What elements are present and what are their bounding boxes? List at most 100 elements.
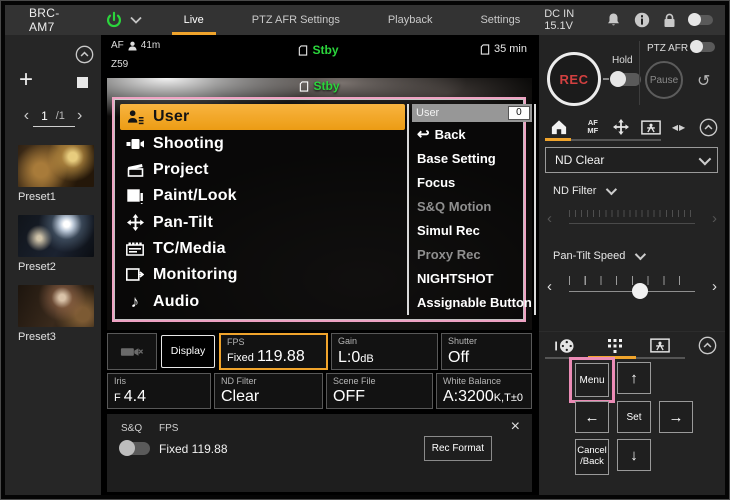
sq-toggle[interactable] [120, 442, 150, 455]
menu-item-paint-look[interactable]: Paint/Look [120, 183, 405, 209]
menu-item-tc-media[interactable]: TC/Media [120, 236, 405, 262]
tab-playback[interactable]: Playback [364, 5, 457, 35]
pause-button[interactable]: Pause [645, 61, 683, 99]
shooting-icon [125, 137, 145, 151]
menu-item-monitoring[interactable]: Monitoring [120, 262, 405, 288]
paint-look-icon [125, 189, 145, 204]
pan-tilt-speed-slider[interactable]: ‹ › [543, 273, 721, 303]
power-icon[interactable] [105, 11, 123, 29]
submenu-item-back[interactable]: ↩ Back [412, 122, 532, 146]
osd-status: Stby [107, 79, 532, 93]
nd-slider-left-icon: ‹ [547, 210, 552, 227]
shutter-cell[interactable]: Shutter Off [441, 333, 532, 370]
preset-3-thumbnail[interactable] [18, 285, 94, 327]
fps-cell[interactable]: FPS Fixed 119.88 [219, 333, 328, 370]
close-icon[interactable]: × [511, 418, 520, 436]
reset-icon[interactable]: ↺ [697, 71, 710, 91]
project-icon [125, 162, 145, 177]
tab-dpad[interactable] [591, 332, 639, 359]
power-chevron-down-icon[interactable] [130, 16, 142, 24]
pan-tilt-speed-section[interactable]: Pan-Tilt Speed [553, 250, 643, 262]
sq-panel: S&Q FPS Fixed 119.88 × Rec Format [107, 414, 532, 492]
preset-2-label: Preset2 [18, 261, 94, 273]
menu-item-audio[interactable]: ♪ Audio [120, 289, 405, 315]
pan-tilt-icon [125, 214, 145, 231]
tab-joystick[interactable] [539, 332, 591, 359]
display-button[interactable]: Display [161, 335, 215, 368]
left-button[interactable]: ← [575, 401, 609, 433]
page-prev-icon[interactable]: ‹ [20, 107, 33, 125]
tab-af-mf[interactable]: AFMF [578, 113, 607, 141]
left-right-icon: ◀▶ [672, 123, 686, 132]
submenu-item-focus[interactable]: Focus [412, 170, 532, 194]
sidebar-collapse-icon[interactable] [75, 45, 94, 64]
submenu-item-simul-rec[interactable]: Simul Rec [412, 219, 532, 243]
preset-1[interactable]: Preset1 [18, 145, 94, 203]
nd-filter-section[interactable]: ND Filter [553, 185, 614, 197]
tab-settings[interactable]: Settings [456, 5, 544, 35]
menu-item-project[interactable]: Project [120, 157, 405, 183]
menu-button[interactable]: Menu [575, 363, 609, 397]
lock-icon [663, 13, 676, 28]
speed-slider-right-icon[interactable]: › [712, 278, 717, 295]
gain-cell[interactable]: Gain L:0dB [331, 333, 438, 370]
speed-slider-thumb[interactable] [632, 283, 648, 299]
up-button[interactable]: ↑ [617, 362, 651, 394]
camera-view-area: AF 41m Z59 Stby 35 min Stby [101, 35, 536, 495]
menu-item-user[interactable]: User [120, 104, 405, 130]
iris-cell[interactable]: Iris F 4.4 [107, 373, 211, 410]
submenu-item-nightshot[interactable]: NIGHTSHOT [412, 267, 532, 291]
info-icon[interactable] [634, 12, 650, 28]
submenu-item-assignable-button[interactable]: Assignable Button [412, 291, 532, 315]
menu-item-shooting[interactable]: Shooting [120, 130, 405, 156]
ptz-afr-toggle[interactable] [691, 42, 715, 52]
cancel-back-button[interactable]: Cancel/Back [575, 439, 609, 475]
monitoring-icon [125, 268, 145, 282]
back-arrow-icon: ↩ [417, 125, 430, 143]
nd-filter-cell[interactable]: ND Filter Clear [214, 373, 323, 410]
preset-3[interactable]: Preset3 [18, 285, 94, 343]
tab-ptz-afr-settings[interactable]: PTZ AFR Settings [228, 5, 364, 35]
device-name: BRC-AM7 [29, 6, 71, 34]
submenu-item-sq-motion: S&Q Motion [412, 194, 532, 218]
camera-off-icon [120, 345, 144, 359]
sq-label: S&Q [121, 423, 142, 434]
preset-2[interactable]: Preset2 [18, 215, 94, 273]
camera-status: Stby [312, 43, 338, 57]
preset-2-thumbnail[interactable] [18, 215, 94, 257]
tab-pan-tilt[interactable] [608, 113, 635, 141]
submenu-item-base-setting[interactable]: Base Setting [412, 146, 532, 170]
scene-file-cell[interactable]: Scene File OFF [326, 373, 433, 410]
add-preset-button[interactable]: + [19, 71, 39, 91]
preset-1-thumbnail[interactable] [18, 145, 94, 187]
arrow-down-icon: ↓ [630, 447, 638, 464]
nd-select[interactable]: ND Clear [545, 147, 718, 173]
right-button[interactable]: → [659, 401, 693, 433]
lock-toggle[interactable] [689, 15, 713, 25]
hold-label: Hold [612, 55, 633, 66]
down-button[interactable]: ↓ [617, 439, 651, 471]
submenu-title: User [416, 107, 508, 119]
dpad-collapse-icon[interactable] [689, 332, 725, 359]
tab-preset-frame[interactable] [635, 113, 666, 141]
rec-button[interactable]: REC [547, 52, 601, 106]
hold-toggle[interactable] [611, 73, 641, 86]
notification-bell-icon[interactable] [606, 12, 621, 28]
set-button[interactable]: Set [617, 401, 651, 433]
sq-fps-label: FPS [159, 423, 178, 434]
tab-live[interactable]: Live [160, 5, 228, 35]
camera-settings-bar: Display FPS Fixed 119.88 Gain L:0dB Shut… [107, 333, 532, 409]
menu-item-pan-tilt[interactable]: Pan-Tilt [120, 210, 405, 236]
tab-detail[interactable]: ◀▶ [666, 113, 691, 141]
tab-home[interactable] [539, 113, 578, 141]
preset-frame-icon-2 [650, 338, 670, 353]
video-preview[interactable]: Stby User Shooting [107, 78, 532, 330]
stop-button[interactable] [77, 77, 88, 88]
tab-preset-frame-2[interactable] [639, 332, 681, 359]
panel-collapse-icon[interactable] [692, 113, 725, 141]
camera-disabled-cell [107, 333, 157, 370]
page-next-icon[interactable]: › [73, 107, 86, 125]
speed-slider-left-icon[interactable]: ‹ [547, 278, 552, 295]
white-balance-cell[interactable]: White Balance A:3200K,T±0 [436, 373, 532, 410]
rec-format-button[interactable]: Rec Format [424, 436, 492, 461]
